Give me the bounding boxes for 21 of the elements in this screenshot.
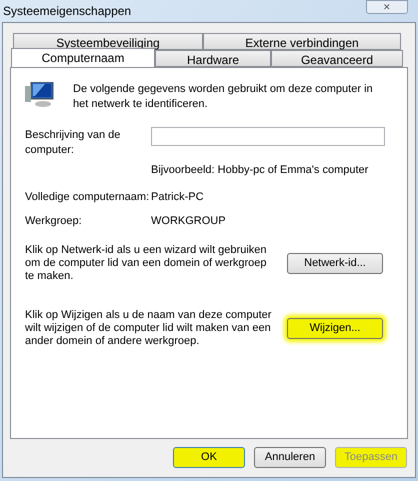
tab[interactable]: Geavanceerd (271, 50, 403, 67)
field-value: WORKGROUP (151, 214, 226, 229)
window-title: Systeemeigenschappen (3, 3, 132, 20)
tab[interactable]: Computernaam (11, 48, 155, 67)
description-field[interactable] (151, 127, 385, 146)
dialog-button[interactable]: Annuleren (254, 447, 326, 468)
dialog-button[interactable]: OK (173, 447, 245, 468)
action-button[interactable]: Wijzigen... (287, 318, 383, 338)
field-label: Volledige computernaam: (25, 190, 150, 204)
close-button[interactable]: ✕ (366, 0, 408, 14)
example-hint: Bijvoorbeeld: Hobby-pc of Emma's computer (151, 163, 370, 178)
field-label: Werkgroep: (25, 214, 83, 229)
field-value: Patrick-PC (151, 190, 204, 204)
tab[interactable]: Systeembeveiliging (13, 33, 203, 50)
instruction-text: Klik op Wijzigen als u de naam van deze computer wilt wijzigen of de computer lid wilt maken van een ander domein of andere werkgroep. (25, 308, 272, 348)
action-button[interactable]: Netwerk-id... (287, 252, 383, 274)
tab[interactable]: Externe verbindingen (203, 33, 401, 50)
instruction-text: Klik op Netwerk-id als u een wizard wilt gebruiken om de computer lid van een domein of werkgroep te maken. (25, 244, 268, 282)
intro-text: De volgende gegevens worden gebruikt om deze computer in het netwerk te identificeren. (73, 82, 373, 112)
field-label: Beschrijving van de computer: (25, 128, 122, 158)
tab[interactable]: Hardware (155, 50, 271, 67)
